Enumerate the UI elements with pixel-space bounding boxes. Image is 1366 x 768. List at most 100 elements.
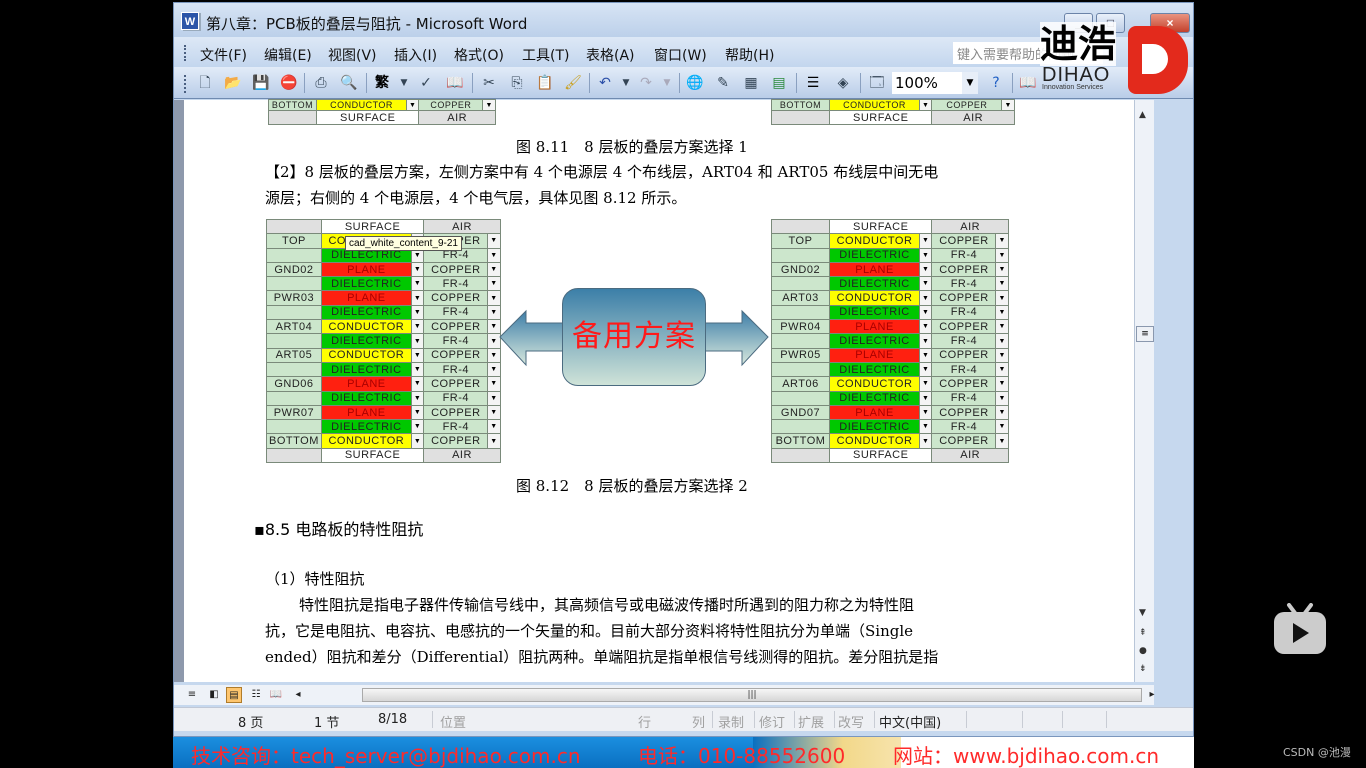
toolbar-grip[interactable] [184,75,187,93]
substance-dropdown-icon[interactable]: ▼ [995,304,1009,321]
permission-icon[interactable]: ⛔ [280,74,298,92]
menu-insert[interactable]: 插入(I) [394,45,437,65]
paste-icon[interactable]: 📋 [536,74,554,92]
substance-dropdown-icon[interactable]: ▼ [487,419,501,435]
format-painter-icon[interactable]: 🖌 [564,74,582,92]
material-dropdown-icon[interactable]: ▼ [918,304,933,321]
print-icon[interactable]: ⎙ [312,74,330,92]
substance-dropdown-icon[interactable]: ▼ [487,247,501,263]
redo-icon[interactable]: ↷ [637,74,655,92]
material-dropdown-icon[interactable]: ▼ [918,319,933,335]
traditional-chinese-icon[interactable]: 繁 [373,74,391,92]
dropdown-icon[interactable]: ▼ [395,74,413,92]
material-dropdown-icon[interactable]: ▼ [410,390,425,406]
scroll-left-icon[interactable]: ◂ [290,687,306,703]
print-layout-view-icon[interactable]: ▤ [226,687,242,703]
material-dropdown-icon[interactable]: ▼ [918,347,933,363]
substance-dropdown-icon[interactable]: ▼ [487,433,501,449]
substance-dropdown-icon[interactable]: ▼ [487,404,501,421]
document-map-icon[interactable]: 🗔 [868,74,886,92]
material-dropdown-icon[interactable]: ▼ [918,390,933,406]
material-dropdown-icon[interactable]: ▼ [410,419,425,435]
status-record[interactable]: 录制 [718,712,744,731]
hyperlink-icon[interactable]: 🌐 [686,74,704,92]
select-browse-object-icon[interactable]: ● [1139,646,1147,656]
status-overtype[interactable]: 改写 [838,712,864,731]
menu-tools[interactable]: 工具(T) [522,45,569,65]
substance-dropdown-icon[interactable]: ▼ [995,247,1009,263]
zoom-select[interactable]: 100% [892,72,962,94]
bilibili-play-icon[interactable] [1273,603,1327,655]
substance-dropdown-icon[interactable]: ▼ [995,404,1009,421]
undo-icon[interactable]: ↶ [596,74,614,92]
menu-edit[interactable]: 编辑(E) [264,45,312,65]
material-dropdown-icon[interactable]: ▼ [918,261,933,278]
material-dropdown-icon[interactable]: ▼ [410,361,425,378]
menu-view[interactable]: 视图(V) [328,45,377,65]
read-icon[interactable]: 📖 [1019,74,1037,92]
tables-borders-icon[interactable]: ✎ [714,74,732,92]
substance-dropdown-icon[interactable]: ▼ [995,419,1009,435]
status-revise[interactable]: 修订 [759,712,785,731]
vertical-scroll-thumb[interactable]: ≡ [1136,326,1154,342]
outline-view-icon[interactable]: ☷ [248,687,264,703]
reading-layout-view-icon[interactable]: 📖 [268,687,284,703]
help-icon[interactable]: ? [987,74,1005,92]
previous-page-icon[interactable]: ⇞ [1139,628,1147,638]
substance-dropdown-icon[interactable]: ▼ [995,261,1009,278]
substance-dropdown-icon[interactable]: ▼ [995,333,1009,349]
substance-dropdown-icon[interactable]: ▼ [995,276,1009,292]
zoom-dropdown-icon[interactable]: ▼ [962,72,978,94]
redo-dropdown-icon[interactable]: ▼ [658,74,676,92]
material-dropdown-icon[interactable]: ▼ [918,247,933,263]
spelling-icon[interactable]: ✓ [417,74,435,92]
new-document-icon[interactable]: 🗋 [196,74,214,92]
substance-dropdown-icon[interactable]: ▼ [995,433,1009,449]
substance-dropdown-icon[interactable]: ▼ [995,390,1009,406]
material-dropdown-icon[interactable]: ▼ [918,419,933,435]
vertical-scrollbar[interactable]: ▲ ≡ ▼ ⇞ ● ⇟ [1134,100,1154,682]
drawing-icon[interactable]: ◈ [834,74,852,92]
web-layout-view-icon[interactable]: ◧ [206,687,222,703]
horizontal-scroll-thumb[interactable]: ||| [362,688,1142,702]
copy-icon[interactable]: ⎘ [508,74,526,92]
substance-dropdown-icon[interactable]: ▼ [995,290,1009,306]
material-dropdown-icon[interactable]: ▼ [410,319,425,335]
insert-table-icon[interactable]: ▦ [742,74,760,92]
open-folder-icon[interactable]: 📂 [224,74,242,92]
substance-dropdown-icon[interactable]: ▼ [487,261,501,278]
material-dropdown-icon[interactable]: ▼ [410,261,425,278]
normal-view-icon[interactable]: ≡ [184,687,200,703]
substance-dropdown-icon[interactable]: ▼ [995,319,1009,335]
scroll-down-icon[interactable]: ▼ [1139,608,1146,618]
next-page-icon[interactable]: ⇟ [1139,664,1147,674]
material-dropdown-icon[interactable]: ▼ [410,433,425,449]
material-dropdown-icon[interactable]: ▼ [410,290,425,306]
material-dropdown-icon[interactable]: ▼ [410,347,425,363]
menu-window[interactable]: 窗口(W) [654,45,707,65]
print-preview-icon[interactable]: 🔍 [340,74,358,92]
scroll-right-icon[interactable]: ▸ [1144,687,1160,703]
material-dropdown-icon[interactable]: ▼ [410,376,425,392]
material-dropdown-icon[interactable]: ▼ [410,304,425,321]
material-dropdown-icon[interactable]: ▼ [918,404,933,421]
substance-dropdown-icon[interactable]: ▼ [487,390,501,406]
substance-dropdown-icon[interactable]: ▼ [995,361,1009,378]
substance-dropdown-icon[interactable]: ▼ [995,233,1009,249]
insert-excel-icon[interactable]: ▤ [770,74,788,92]
material-dropdown-icon[interactable]: ▼ [918,276,933,292]
menu-format[interactable]: 格式(O) [454,45,504,65]
material-dropdown-icon[interactable]: ▼ [410,333,425,349]
substance-dropdown-icon[interactable]: ▼ [995,347,1009,363]
material-dropdown-icon[interactable]: ▼ [918,333,933,349]
substance-dropdown-icon[interactable]: ▼ [487,233,501,249]
material-dropdown-icon[interactable]: ▼ [918,233,933,249]
menu-help[interactable]: 帮助(H) [725,45,774,65]
status-extend[interactable]: 扩展 [798,712,824,731]
menubar-grip[interactable] [184,45,187,61]
material-dropdown-icon[interactable]: ▼ [918,361,933,378]
cut-icon[interactable]: ✂ [480,74,498,92]
research-icon[interactable]: 📖 [446,74,464,92]
menu-file[interactable]: 文件(F) [200,45,247,65]
menu-table[interactable]: 表格(A) [586,45,635,65]
